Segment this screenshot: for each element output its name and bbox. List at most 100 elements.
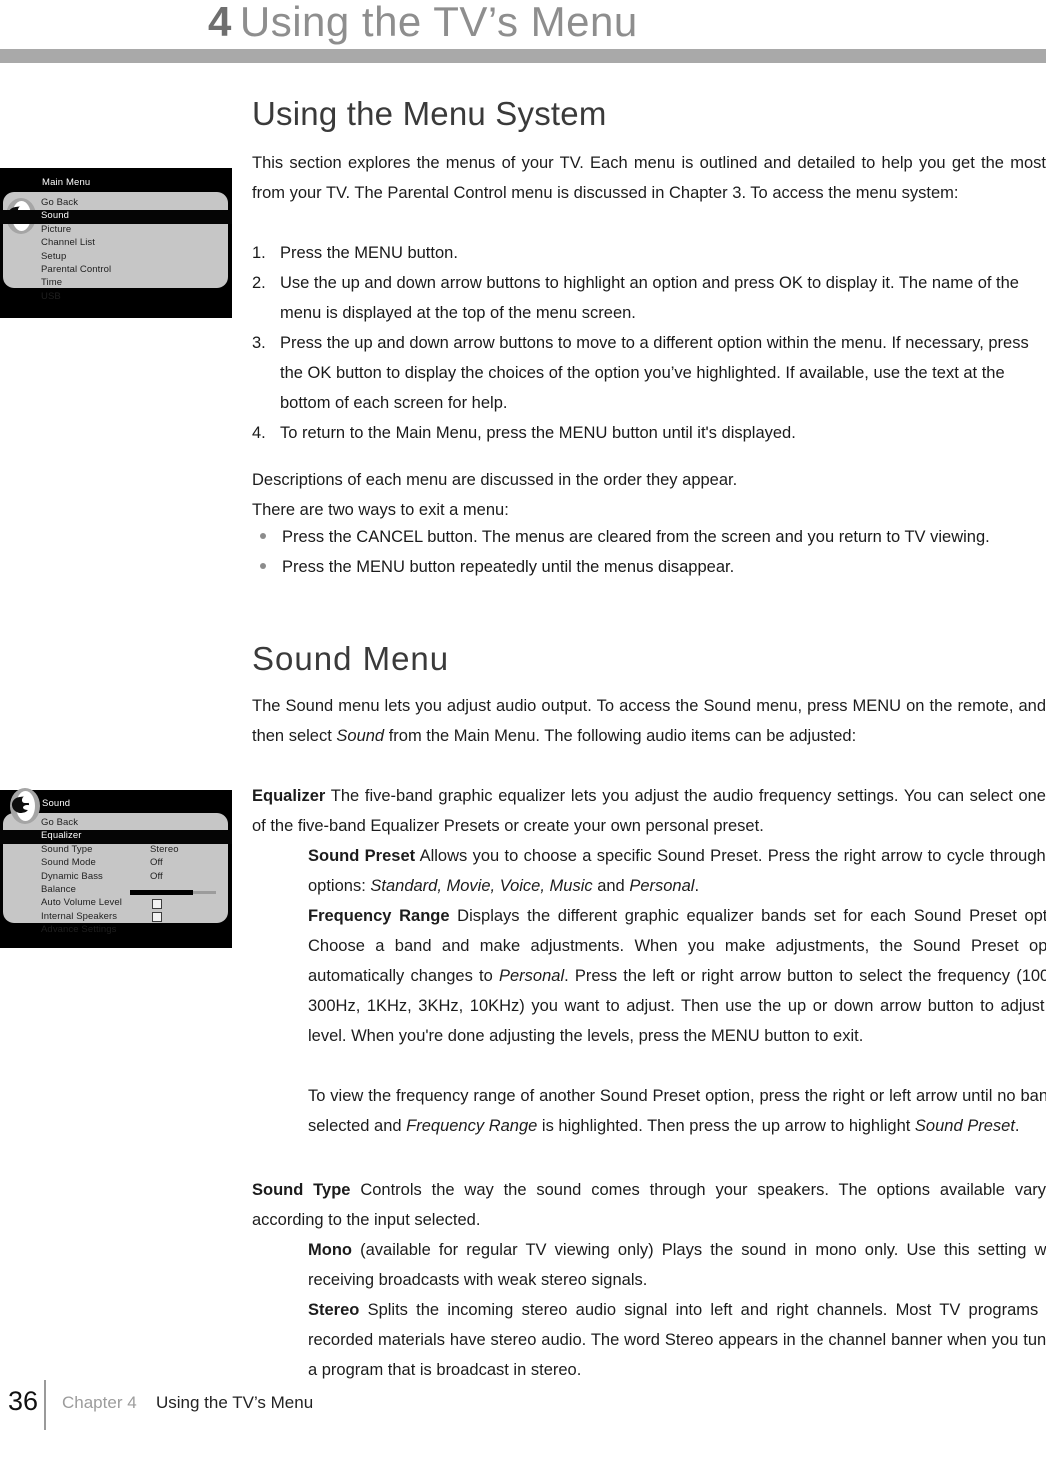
mono-term: Mono bbox=[308, 1241, 352, 1259]
auto-volume-level-checkbox[interactable] bbox=[152, 898, 162, 909]
frequency-range-text: Frequency Range Displays the different g… bbox=[308, 901, 1046, 1051]
tv-menu-item-label: Go Back bbox=[41, 197, 79, 208]
bullet-item: Press the MENU button repeatedly until t… bbox=[252, 552, 1046, 582]
tv-menu-item-sound[interactable]: Sound bbox=[0, 210, 232, 224]
step-number: 3. bbox=[252, 334, 266, 352]
tv-menu-item-go-back[interactable]: Go Back bbox=[0, 197, 232, 210]
tv-menu-item-internal-speakers[interactable]: Internal Speakers bbox=[0, 911, 232, 924]
tv-menu-item-sound-type[interactable]: Sound Type Stereo bbox=[0, 844, 232, 857]
page-footer: 36 Chapter 4 Using the TV’s Menu bbox=[0, 1380, 1046, 1440]
freq-note-c: . bbox=[1014, 1117, 1020, 1135]
step-number: 1. bbox=[252, 244, 266, 262]
sound-preset-term: Sound Preset bbox=[308, 847, 416, 865]
step-number: 2. bbox=[252, 274, 266, 292]
footer-chapter-title: Using the TV’s Menu bbox=[156, 1393, 314, 1412]
tv-menu-item-label: USB bbox=[41, 290, 61, 302]
frequency-range-entry: Frequency Range Displays the different g… bbox=[308, 901, 1046, 1051]
bullet-dot-icon bbox=[260, 533, 266, 539]
sound-menu-intro-text: The Sound menu lets you adjust audio out… bbox=[252, 691, 1046, 751]
tv-menu-item-time[interactable]: Time bbox=[0, 277, 232, 290]
tv-menu-title: Sound bbox=[42, 798, 71, 809]
footer-chapter-label: Chapter 4 bbox=[62, 1393, 137, 1412]
sound-preset-entry: Sound Preset Allows you to choose a spec… bbox=[308, 841, 1046, 901]
mono-paren: (available for regular TV viewing only) bbox=[351, 1241, 654, 1259]
tv-menu-item-value: Stereo bbox=[150, 843, 179, 855]
tv-main-menu-screenshot: Main Menu Go Back Sound Picture Channel … bbox=[0, 168, 232, 318]
tv-menu-item-auto-volume-level[interactable]: Auto Volume Level bbox=[0, 897, 232, 910]
sound-preset-option-personal: Personal bbox=[629, 877, 695, 895]
tv-menu-item-equalizer[interactable]: Equalizer bbox=[0, 830, 232, 844]
mono-text: Mono (available for regular TV viewing o… bbox=[308, 1235, 1046, 1295]
chapter-title: Using the TV’s Menu bbox=[239, 0, 638, 45]
tv-menu-item-value: Off bbox=[150, 857, 163, 869]
freq-note-b: is highlighted. Then press the up arrow … bbox=[537, 1117, 915, 1135]
bullet-text: Press the CANCEL button. The menus are c… bbox=[282, 528, 990, 546]
sound-intro-b: from the Main Menu. The following audio … bbox=[384, 727, 857, 745]
tv-menu-item-label: Balance bbox=[41, 883, 77, 895]
step-item: 2. Use the up and down arrow buttons to h… bbox=[252, 268, 1046, 328]
frequency-range-note: To view the frequency range of another S… bbox=[308, 1081, 1046, 1141]
header-rule bbox=[0, 49, 1046, 63]
tv-menu-item-label: Sound Mode bbox=[41, 857, 96, 869]
tv-menu-item-label: Sound Type bbox=[41, 843, 93, 855]
sound-preset-desc-c: . bbox=[694, 877, 700, 895]
tv-menu-item-balance[interactable]: Balance bbox=[0, 884, 232, 897]
tv-menu-item-usb[interactable]: USB bbox=[0, 291, 232, 304]
stereo-desc: Splits the incoming stereo audio signal … bbox=[308, 1301, 1046, 1379]
tv-menu-item-label: Equalizer bbox=[41, 830, 82, 842]
balance-slider[interactable] bbox=[130, 889, 216, 895]
frequency-range-note-text: To view the frequency range of another S… bbox=[308, 1081, 1046, 1141]
page-number: 36 bbox=[8, 1386, 39, 1416]
sound-preset-options: Standard, Movie, Voice, Music bbox=[370, 877, 593, 895]
tv-menu-item-label: Time bbox=[41, 277, 63, 289]
tv-menu-item-setup[interactable]: Setup bbox=[0, 251, 232, 264]
bullet-dot-icon bbox=[260, 563, 266, 569]
bullet-item: Press the CANCEL button. The menus are c… bbox=[252, 522, 1046, 552]
sound-intro-italic: Sound bbox=[336, 727, 385, 745]
tv-menu-item-sound-mode[interactable]: Sound Mode Off bbox=[0, 857, 232, 870]
tv-menu-item-label: Dynamic Bass bbox=[41, 870, 103, 882]
freq-note-italic-frequency-range: Frequency Range bbox=[406, 1117, 538, 1135]
tv-menu-item-list: Go Back Equalizer Sound Type Stereo Sound… bbox=[0, 817, 232, 938]
mono-entry: Mono (available for regular TV viewing o… bbox=[308, 1235, 1046, 1295]
bullet-text: Press the MENU button repeatedly until t… bbox=[282, 558, 735, 576]
step-number: 4. bbox=[252, 424, 266, 442]
tv-menu-item-go-back[interactable]: Go Back bbox=[0, 817, 232, 830]
frequency-range-italic-personal: Personal bbox=[499, 967, 565, 985]
chapter-header-title: 4 Using the TV’s Menu bbox=[208, 0, 638, 46]
page-title-sound-menu: Sound Menu bbox=[252, 640, 450, 677]
tv-menu-item-picture[interactable]: Picture bbox=[0, 224, 232, 237]
stereo-term: Stereo bbox=[308, 1301, 360, 1319]
tv-menu-item-channel-list[interactable]: Channel List bbox=[0, 237, 232, 250]
stereo-entry: Stereo Splits the incoming stereo audio … bbox=[308, 1295, 1046, 1385]
sound-type-desc: Controls the way the sound comes through… bbox=[252, 1181, 1046, 1229]
frequency-range-term: Frequency Range bbox=[308, 907, 450, 925]
tv-menu-item-value: Off bbox=[150, 870, 163, 882]
tv-menu-item-list: Go Back Sound Picture Channel List Setup… bbox=[0, 197, 232, 304]
sound-type-text: Sound Type Controls the way the sound co… bbox=[252, 1175, 1046, 1235]
tv-menu-item-dynamic-bass[interactable]: Dynamic Bass Off bbox=[0, 871, 232, 884]
exit-bullets: Press the CANCEL button. The menus are c… bbox=[252, 522, 1046, 582]
intro-paragraph-text: This section explores the menus of your … bbox=[252, 154, 1046, 202]
chapter-header: 4 Using the TV’s Menu bbox=[0, 0, 1046, 52]
equalizer-desc: The five-band graphic equalizer lets you… bbox=[252, 787, 1046, 835]
tv-menu-item-label: Picture bbox=[41, 223, 72, 235]
equalizer-entry: Equalizer The five-band graphic equalize… bbox=[252, 781, 1046, 841]
tv-menu-item-advance-settings[interactable]: Advance Settings bbox=[0, 924, 232, 937]
sound-preset-desc-b: and bbox=[592, 877, 630, 895]
step-item: 4. To return to the Main Menu, press the … bbox=[252, 418, 1046, 448]
menu-access-steps: 1. Press the MENU button. 2. Use the up an… bbox=[252, 238, 1046, 448]
stereo-text: Stereo Splits the incoming stereo audio … bbox=[308, 1295, 1046, 1385]
step-text: Press the MENU button. bbox=[280, 244, 458, 262]
descriptions-line: Descriptions of each menu are discussed … bbox=[252, 471, 738, 489]
tv-sound-menu-screenshot: Sound Go Back Equalizer Sound Type Stereo… bbox=[0, 788, 232, 948]
step-text: Use the up and down arrow buttons to hig… bbox=[280, 274, 1019, 322]
step-item: 1. Press the MENU button. bbox=[252, 238, 1046, 268]
step-item: 3. Press the up and down arrow buttons to… bbox=[252, 328, 1046, 418]
internal-speakers-checkbox[interactable] bbox=[152, 912, 162, 923]
freq-note-italic-sound-preset: Sound Preset bbox=[914, 1117, 1015, 1135]
tv-menu-item-label: Parental Control bbox=[41, 263, 112, 275]
tv-menu-item-parental-control[interactable]: Parental Control bbox=[0, 264, 232, 277]
footer-divider bbox=[44, 1380, 46, 1430]
tv-menu-item-label: Auto Volume Level bbox=[41, 897, 122, 909]
